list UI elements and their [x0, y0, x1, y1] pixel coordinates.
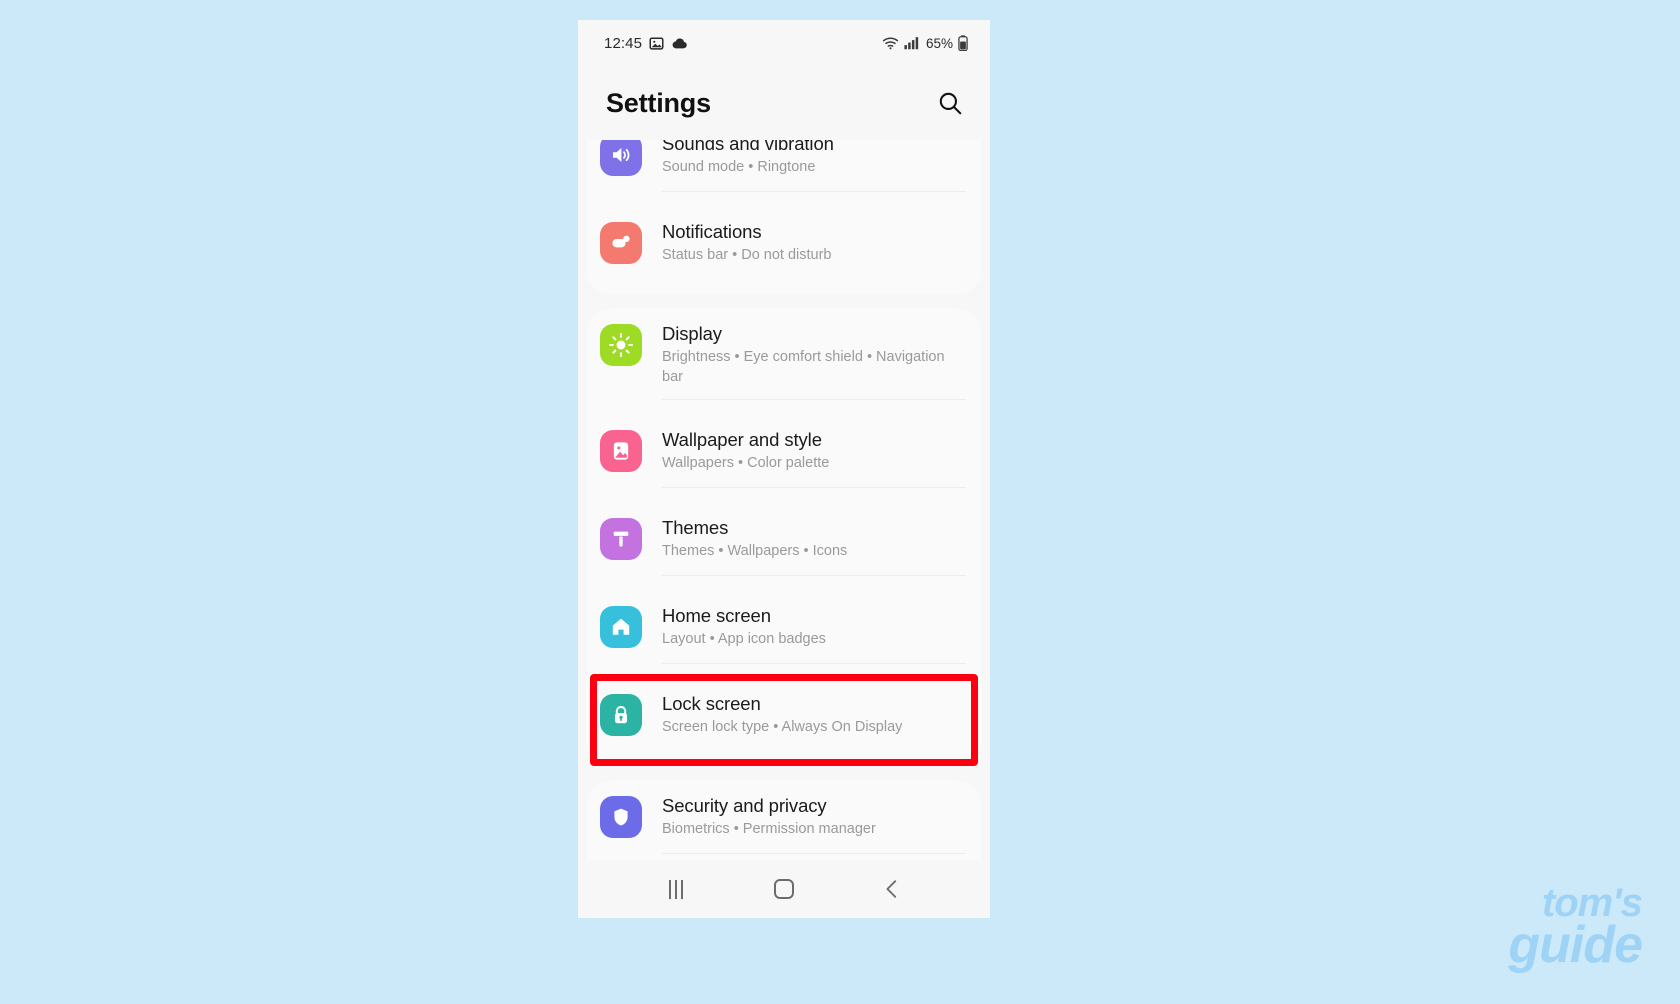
picture-icon [600, 430, 642, 473]
image-icon [649, 36, 664, 51]
row-texts: Lock screen Screen lock type • Always On … [662, 692, 966, 752]
row-texts: Display Brightness • Eye comfort shield •… [662, 322, 966, 401]
page-title: Settings [606, 87, 711, 118]
row-subtitle: Wallpapers • Color palette [662, 455, 830, 472]
row-texts: Security and privacy Biometrics • Permiss… [662, 794, 966, 855]
row-title: Security and privacy [662, 795, 827, 817]
row-subtitle: Layout • App icon badges [662, 631, 826, 648]
battery-icon [958, 35, 968, 52]
settings-row-home-screen[interactable]: Home screen Layout • App icon badges [586, 590, 982, 678]
row-title: Sounds and vibration [662, 140, 834, 154]
home-icon[interactable] [756, 869, 812, 909]
row-texts: Wallpaper and style Wallpapers • Color pa… [662, 428, 966, 489]
row-subtitle: Screen lock type • Always On Display [662, 719, 903, 736]
search-icon[interactable] [932, 85, 968, 121]
settings-row-security-and-privacy[interactable]: Security and privacy Biometrics • Permiss… [586, 780, 982, 868]
screenshot-root: tom's guide 12:45 65% Settings Sounds an… [0, 0, 1680, 1004]
signal-icon [904, 36, 919, 50]
lock-icon [600, 694, 642, 737]
row-texts: Home screen Layout • App icon badges [662, 604, 966, 665]
recents-icon[interactable] [648, 869, 704, 909]
row-title: Lock screen [662, 693, 761, 715]
display-group: Display Brightness • Eye comfort shield •… [586, 308, 982, 767]
settings-row-wallpaper-and-style[interactable]: Wallpaper and style Wallpapers • Color pa… [586, 414, 982, 502]
row-subtitle: Brightness • Eye comfort shield • Naviga… [662, 349, 945, 385]
settings-row-display[interactable]: Display Brightness • Eye comfort shield •… [586, 308, 982, 414]
settings-row-sounds-and-vibration[interactable]: Sounds and vibration Sound mode • Rington… [586, 140, 982, 206]
speaker-icon [600, 140, 642, 176]
toms-guide-watermark: tom's guide [1508, 883, 1643, 975]
sounds-group: Sounds and vibration Sound mode • Rington… [586, 140, 982, 294]
status-bar-clock: 12:45 [604, 34, 643, 52]
row-texts: Notifications Status bar • Do not disturb [662, 220, 966, 280]
row-subtitle: Sound mode • Ringtone [662, 159, 816, 176]
row-texts: Sounds and vibration Sound mode • Rington… [662, 140, 966, 192]
row-subtitle: Status bar • Do not disturb [662, 247, 832, 264]
phone-screen: 12:45 65% Settings Sounds and vibration … [578, 20, 990, 918]
notification-bubble-icon [600, 222, 642, 264]
battery-percent-label: 65% [925, 35, 953, 51]
row-title: Home screen [662, 605, 771, 627]
settings-row-notifications[interactable]: Notifications Status bar • Do not disturb [586, 206, 982, 294]
row-texts: Themes Themes • Wallpapers • Icons [662, 516, 966, 577]
brightness-icon [600, 324, 642, 366]
cloud-icon [671, 36, 688, 50]
watermark-line-2: guide [1508, 916, 1643, 975]
settings-list[interactable]: Sounds and vibration Sound mode • Rington… [578, 140, 990, 888]
settings-row-lock-screen[interactable]: Lock screen Screen lock type • Always On … [586, 678, 982, 766]
house-icon [600, 606, 642, 649]
settings-row-themes[interactable]: Themes Themes • Wallpapers • Icons [586, 502, 982, 590]
row-title: Themes [662, 517, 729, 539]
row-subtitle: Themes • Wallpapers • Icons [662, 543, 848, 560]
settings-header: Settings [578, 66, 990, 140]
shield-icon [600, 796, 642, 839]
status-bar-left: 12:45 [604, 35, 688, 52]
row-title: Display [662, 323, 722, 344]
paint-roller-icon [600, 518, 642, 561]
status-bar: 12:45 65% [578, 20, 990, 66]
status-bar-right: 65% [882, 35, 968, 52]
row-title: Wallpaper and style [662, 429, 822, 451]
row-subtitle: Biometrics • Permission manager [662, 821, 876, 838]
wifi-icon [882, 36, 899, 50]
back-icon[interactable] [864, 869, 920, 909]
row-title: Notifications [662, 221, 762, 242]
android-nav-bar [578, 860, 990, 918]
